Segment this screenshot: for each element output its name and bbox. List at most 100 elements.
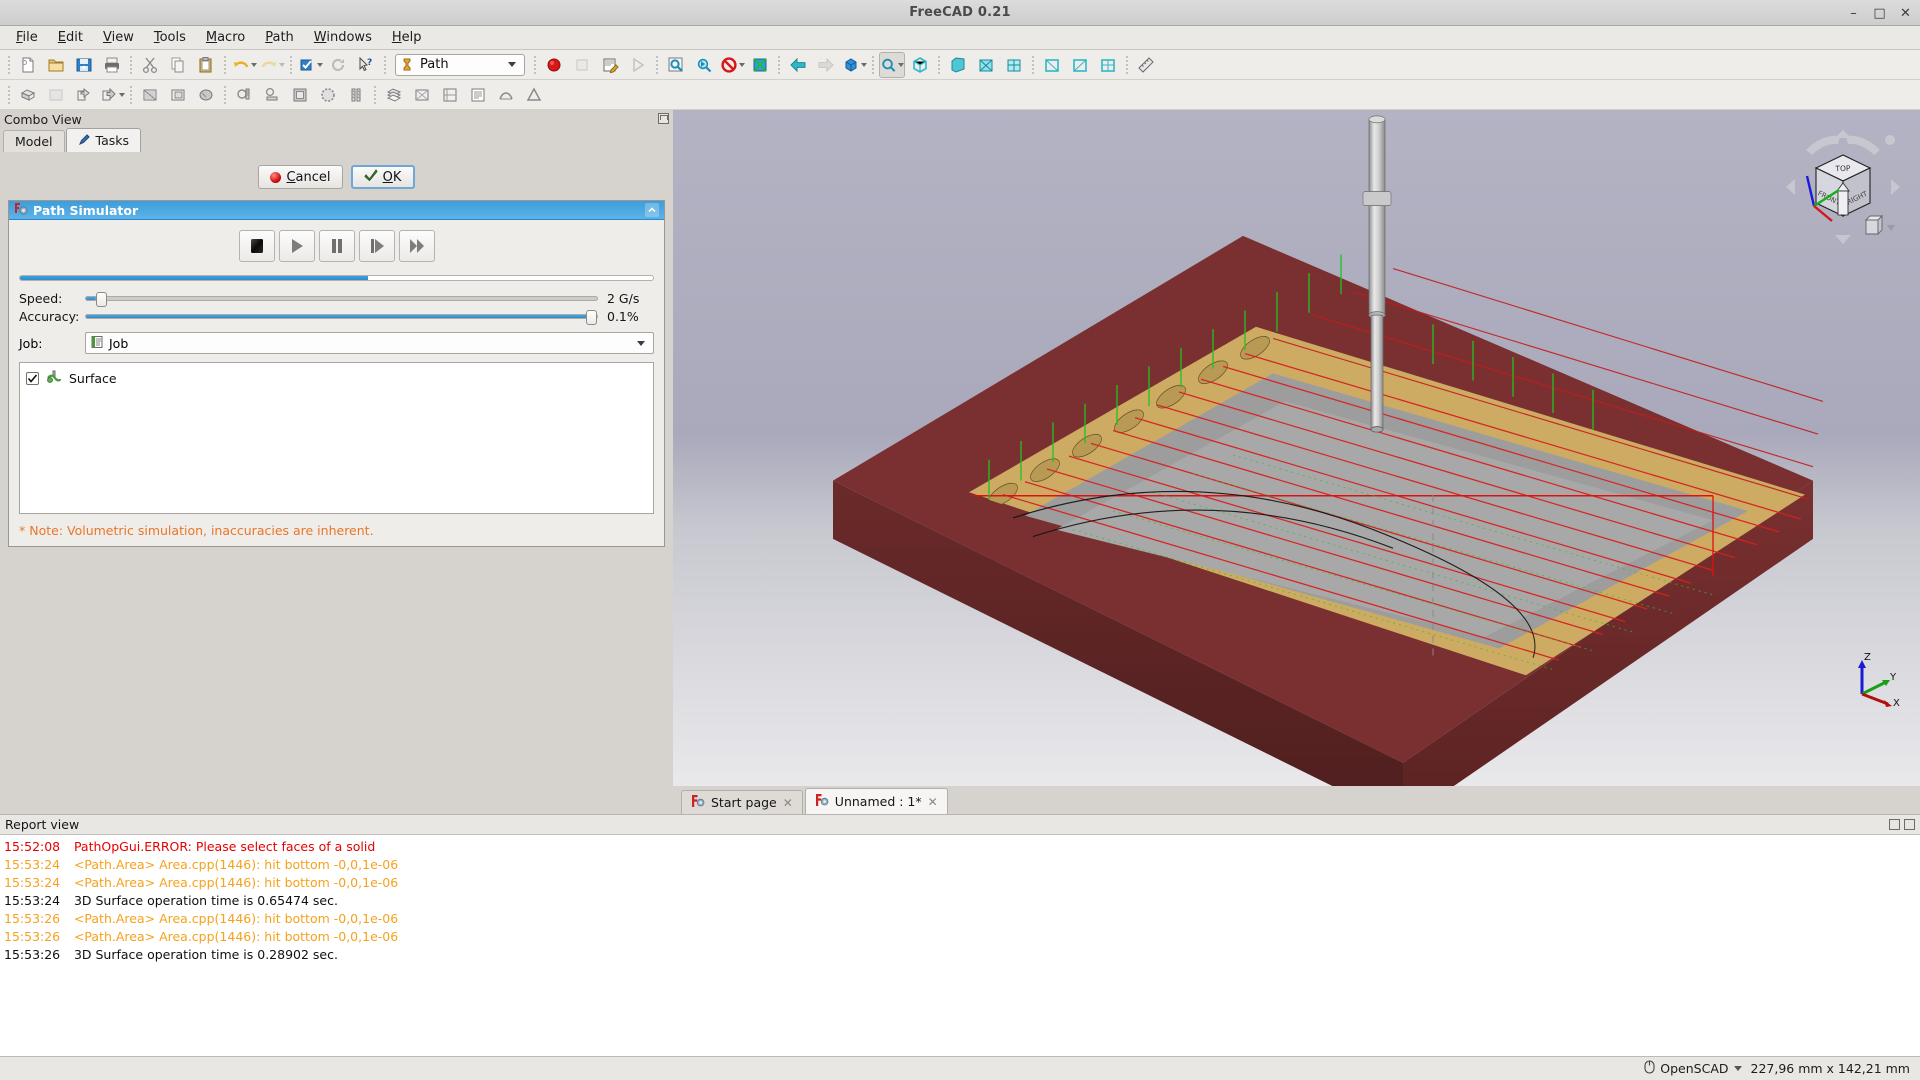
tab-model[interactable]: Model	[3, 130, 65, 152]
minimize-button[interactable]: –	[1847, 7, 1860, 20]
axonometric-dropdown-icon[interactable]	[860, 62, 867, 67]
zoom-dropdown-icon[interactable]	[898, 62, 904, 67]
play-button[interactable]	[278, 230, 315, 262]
macro-stop-icon[interactable]	[569, 52, 595, 78]
draw-style-dropdown-icon[interactable]	[738, 62, 745, 67]
chevron-up-icon[interactable]	[645, 203, 659, 217]
pause-button[interactable]	[318, 230, 355, 262]
path-helix-icon[interactable]	[259, 82, 285, 108]
accuracy-slider[interactable]	[85, 310, 598, 325]
new-document-icon[interactable]	[15, 52, 41, 78]
right-view-icon[interactable]	[1001, 52, 1027, 78]
menu-tools[interactable]: Tools	[144, 27, 196, 48]
report-undock-icon[interactable]	[1889, 819, 1900, 830]
stop-button[interactable]	[238, 230, 275, 262]
path-vcarve-icon[interactable]	[493, 82, 519, 108]
menu-file[interactable]: File	[6, 27, 48, 48]
toggle-axis-cross-icon[interactable]	[747, 52, 773, 78]
save-icon[interactable]	[71, 52, 97, 78]
cut-icon[interactable]	[137, 52, 163, 78]
3d-viewport[interactable]: TOP FRONT RIGHT Z Y X	[673, 110, 1920, 786]
path-deburr-icon[interactable]	[437, 82, 463, 108]
navigation-cube[interactable]: TOP FRONT RIGHT	[1782, 128, 1904, 246]
undo-dropdown-icon[interactable]	[250, 62, 257, 67]
workbench-selector[interactable]: Path	[395, 53, 525, 76]
speed-slider[interactable]	[85, 292, 598, 307]
path-job-icon[interactable]	[15, 82, 41, 108]
menu-windows[interactable]: Windows	[304, 27, 382, 48]
back-arrow-icon[interactable]	[785, 52, 811, 78]
macro-execute-icon[interactable]	[625, 52, 651, 78]
path-circular-icon[interactable]	[315, 82, 341, 108]
fit-selection-icon[interactable]	[691, 52, 717, 78]
operations-list[interactable]: Surface	[19, 362, 654, 514]
open-folder-icon[interactable]	[43, 52, 69, 78]
path-simulator-icon[interactable]	[521, 82, 547, 108]
refresh-std-icon[interactable]	[297, 52, 323, 78]
path-export-dropdown-icon[interactable]	[118, 92, 125, 97]
tab-unnamed-document[interactable]: Unnamed : 1* ✕	[804, 788, 948, 814]
axonometric-view-icon[interactable]	[841, 52, 867, 78]
tab-tasks[interactable]: Tasks	[65, 128, 142, 152]
redo-icon[interactable]	[259, 52, 285, 78]
path-pocket-icon[interactable]	[165, 82, 191, 108]
undo-icon[interactable]	[231, 52, 257, 78]
step-button[interactable]	[358, 230, 395, 262]
path-waterline-icon[interactable]	[381, 82, 407, 108]
menu-path[interactable]: Path	[255, 27, 304, 48]
redo-dropdown-icon[interactable]	[278, 62, 285, 67]
front-view-icon[interactable]	[945, 52, 971, 78]
macro-edit-icon[interactable]	[597, 52, 623, 78]
forward-arrow-icon[interactable]	[813, 52, 839, 78]
close-icon[interactable]: ✕	[928, 795, 938, 809]
list-item[interactable]: Surface	[26, 368, 647, 388]
speed-slider-thumb[interactable]	[95, 292, 107, 307]
path-post-process-icon[interactable]	[71, 82, 97, 108]
whats-this-icon[interactable]: ?	[353, 52, 379, 78]
accuracy-slider-thumb[interactable]	[586, 310, 597, 325]
unit-system-selector[interactable]: OpenSCAD	[1644, 1060, 1742, 1077]
operation-checkbox[interactable]	[26, 371, 39, 385]
job-chevron-down-icon[interactable]	[637, 340, 645, 346]
undock-icon[interactable]	[658, 113, 669, 124]
chevron-down-icon[interactable]	[508, 62, 516, 67]
refresh-dropdown-icon[interactable]	[316, 62, 323, 67]
left-view-icon[interactable]	[1095, 52, 1121, 78]
ok-button[interactable]: OK	[350, 165, 415, 189]
menu-edit[interactable]: Edit	[48, 27, 93, 48]
path-folder-icon[interactable]	[43, 82, 69, 108]
isometric-view-icon[interactable]	[907, 52, 933, 78]
path-array-icon[interactable]	[465, 82, 491, 108]
fit-all-icon[interactable]	[663, 52, 689, 78]
cancel-button[interactable]: Cancel	[258, 165, 343, 189]
zoom-tool-icon[interactable]	[879, 51, 905, 78]
refresh-icon[interactable]	[325, 52, 351, 78]
paste-icon[interactable]	[193, 52, 219, 78]
toolbar-path-handle[interactable]	[8, 84, 10, 105]
path-surface-icon[interactable]	[343, 82, 369, 108]
menu-view[interactable]: View	[93, 27, 144, 48]
top-view-icon[interactable]	[973, 52, 999, 78]
path-drilling-icon[interactable]	[231, 82, 257, 108]
bottom-view-icon[interactable]	[1067, 52, 1093, 78]
tab-start-page[interactable]: Start page ✕	[681, 790, 803, 814]
print-icon[interactable]	[99, 52, 125, 78]
menu-help[interactable]: Help	[382, 27, 432, 48]
toolbar-handle[interactable]	[8, 54, 10, 75]
path-profile-icon[interactable]	[137, 82, 163, 108]
report-close-icon[interactable]	[1904, 819, 1915, 830]
close-icon[interactable]: ✕	[783, 796, 793, 810]
menu-macro[interactable]: Macro	[196, 27, 255, 48]
macro-record-icon[interactable]	[541, 52, 567, 78]
draw-style-icon[interactable]	[719, 52, 745, 78]
path-export-template-icon[interactable]	[99, 82, 125, 108]
report-view-log[interactable]: 15:52:08 PathOpGui.ERROR: Please select …	[0, 834, 1920, 1056]
path-adaptive-icon[interactable]	[287, 82, 313, 108]
copy-icon[interactable]	[165, 52, 191, 78]
fast-forward-button[interactable]	[398, 230, 435, 262]
job-selector[interactable]: Job	[85, 332, 654, 354]
close-button[interactable]: ✕	[1899, 7, 1912, 20]
path-slot-icon[interactable]	[193, 82, 219, 108]
rear-view-icon[interactable]	[1039, 52, 1065, 78]
measure-icon[interactable]	[1133, 52, 1159, 78]
